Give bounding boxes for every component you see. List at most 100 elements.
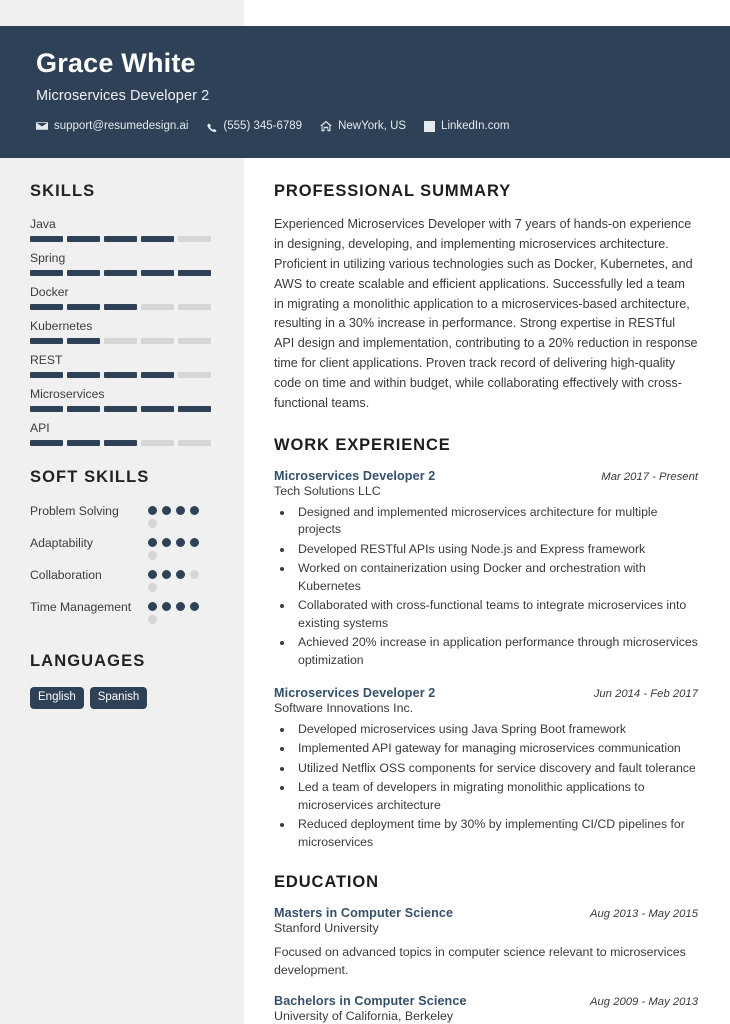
resume-header: Grace White Microservices Developer 2 su…	[0, 26, 730, 158]
education-description: Focused on advanced topics in computer s…	[274, 945, 686, 978]
contact-location-text: NewYork, US	[338, 120, 407, 133]
contact-row: support@resumedesign.ai (555) 345-6789 N…	[36, 120, 730, 133]
education-entry-header: Bachelors in Computer Science Aug 2009 - …	[274, 994, 698, 1008]
languages-heading: LANGUAGES	[30, 652, 146, 670]
skill-item: Microservices	[30, 387, 211, 412]
skills-section: SKILLS Java Spring Docker Kubernetes REST Mic…	[30, 182, 211, 446]
rating-dot	[176, 538, 185, 547]
linkedin-icon	[424, 120, 436, 132]
experience-bullet-list: Developed microservices using Java Sprin…	[294, 721, 698, 851]
home-icon	[320, 120, 333, 132]
skill-bar-segment	[67, 440, 100, 446]
rating-dot	[176, 570, 185, 579]
soft-skill-item: Adaptability	[30, 535, 211, 560]
rating-dot	[162, 570, 171, 579]
skill-label: REST	[30, 353, 63, 367]
skill-item: Docker	[30, 285, 211, 310]
contact-location[interactable]: NewYork, US	[320, 120, 406, 132]
skill-level-bar	[30, 270, 211, 276]
skill-bar-segment	[67, 236, 100, 242]
contact-linkedin-text: LinkedIn.com	[441, 120, 510, 133]
experience-list: Microservices Developer 2 Mar 2017 - Pres…	[274, 469, 698, 851]
rating-dot	[148, 538, 157, 547]
skill-bar-segment	[104, 372, 137, 378]
skill-bar-segment	[178, 304, 211, 310]
skill-bar-segment	[141, 406, 174, 412]
rating-dot	[190, 570, 199, 579]
skill-level-bar	[30, 440, 211, 446]
soft-skill-rating-dots	[148, 503, 204, 528]
experience-entry: Microservices Developer 2 Jun 2014 - Feb …	[274, 686, 698, 851]
skill-item: REST	[30, 353, 211, 378]
rating-dot	[148, 551, 157, 560]
skill-bar-segment	[67, 372, 100, 378]
skill-item: API	[30, 421, 211, 446]
skill-label: Docker	[30, 285, 69, 299]
skill-bar-segment	[178, 372, 211, 378]
soft-skills-list: Problem Solving Adaptability Collaboration…	[30, 503, 211, 624]
language-pill[interactable]: Spanish	[89, 687, 148, 709]
skill-bar-segment	[104, 304, 137, 310]
language-pill-list: English Spanish	[30, 687, 211, 709]
experience-bullet: Developed RESTful APIs using Node.js and…	[294, 541, 698, 558]
skill-label: Kubernetes	[30, 319, 93, 333]
professional-summary-section: PROFESSIONAL SUMMARY Experienced Microse…	[274, 182, 698, 414]
education-entry: Masters in Computer Science Aug 2013 - Ma…	[274, 906, 698, 980]
rating-dot	[148, 519, 157, 528]
rating-dot	[176, 506, 185, 515]
contact-phone[interactable]: (555) 345-6789	[206, 120, 302, 133]
language-pill[interactable]: English	[30, 687, 84, 709]
experience-bullet: Developed microservices using Java Sprin…	[294, 721, 698, 738]
skill-label: Spring	[30, 251, 66, 265]
contact-linkedin[interactable]: LinkedIn.com	[424, 120, 509, 132]
skill-level-bar	[30, 372, 211, 378]
skill-bar-segment	[67, 304, 100, 310]
rating-dot	[176, 602, 185, 611]
experience-company: Software Innovations Inc.	[274, 700, 414, 715]
soft-skills-heading: SOFT SKILLS	[30, 468, 150, 486]
experience-date-range: Jun 2014 - Feb 2017	[593, 687, 698, 700]
languages-section: LANGUAGES English Spanish	[30, 652, 211, 709]
experience-bullet: Worked on containerization using Docker …	[294, 560, 698, 595]
skill-bar-segment	[104, 236, 137, 242]
experience-entry-header: Microservices Developer 2 Mar 2017 - Pres…	[274, 469, 698, 483]
skill-bar-segment	[141, 372, 174, 378]
skill-bar-segment	[30, 372, 63, 378]
rating-dot	[148, 570, 157, 579]
skill-bar-segment	[30, 270, 63, 276]
experience-bullet: Achieved 20% increase in application per…	[294, 634, 698, 669]
education-heading: EDUCATION	[274, 873, 379, 892]
experience-bullet: Designed and implemented microservices a…	[294, 504, 698, 539]
education-section: EDUCATION Masters in Computer Science Aug…	[274, 873, 698, 1024]
soft-skill-item: Collaboration	[30, 567, 211, 592]
contact-email-text: support@resumedesign.ai	[54, 120, 189, 133]
education-date-range: Aug 2013 - May 2015	[589, 908, 698, 921]
soft-skill-label: Collaboration	[30, 568, 102, 582]
rating-dot	[162, 538, 171, 547]
education-school: Stanford University	[274, 921, 379, 936]
skill-bar-segment	[178, 406, 211, 412]
experience-bullet: Collaborated with cross-functional teams…	[294, 597, 698, 632]
soft-skill-rating-dots	[148, 599, 204, 624]
skill-bar-segment	[30, 236, 63, 242]
soft-skill-label: Adaptability	[30, 536, 94, 550]
sidebar: SKILLS Java Spring Docker Kubernetes REST Mic…	[0, 158, 244, 709]
skill-bar-segment	[104, 406, 137, 412]
rating-dot	[190, 602, 199, 611]
soft-skills-section: SOFT SKILLS Problem Solving Adaptability C…	[30, 468, 211, 624]
skill-bar-segment	[67, 270, 100, 276]
experience-bullet: Reduced deployment time by 30% by implem…	[294, 816, 698, 851]
candidate-name: Grace White	[36, 48, 196, 78]
phone-icon	[206, 120, 217, 133]
skill-bar-segment	[30, 338, 63, 344]
rating-dot	[162, 506, 171, 515]
skill-bar-segment	[67, 406, 100, 412]
contact-email[interactable]: support@resumedesign.ai	[36, 120, 188, 132]
skill-bar-segment	[104, 270, 137, 276]
skill-bar-segment	[178, 440, 211, 446]
skill-label: Microservices	[30, 387, 105, 401]
skill-label: API	[30, 421, 50, 435]
skill-bar-segment	[141, 304, 174, 310]
skill-bar-segment	[104, 440, 137, 446]
envelope-icon	[36, 120, 48, 132]
